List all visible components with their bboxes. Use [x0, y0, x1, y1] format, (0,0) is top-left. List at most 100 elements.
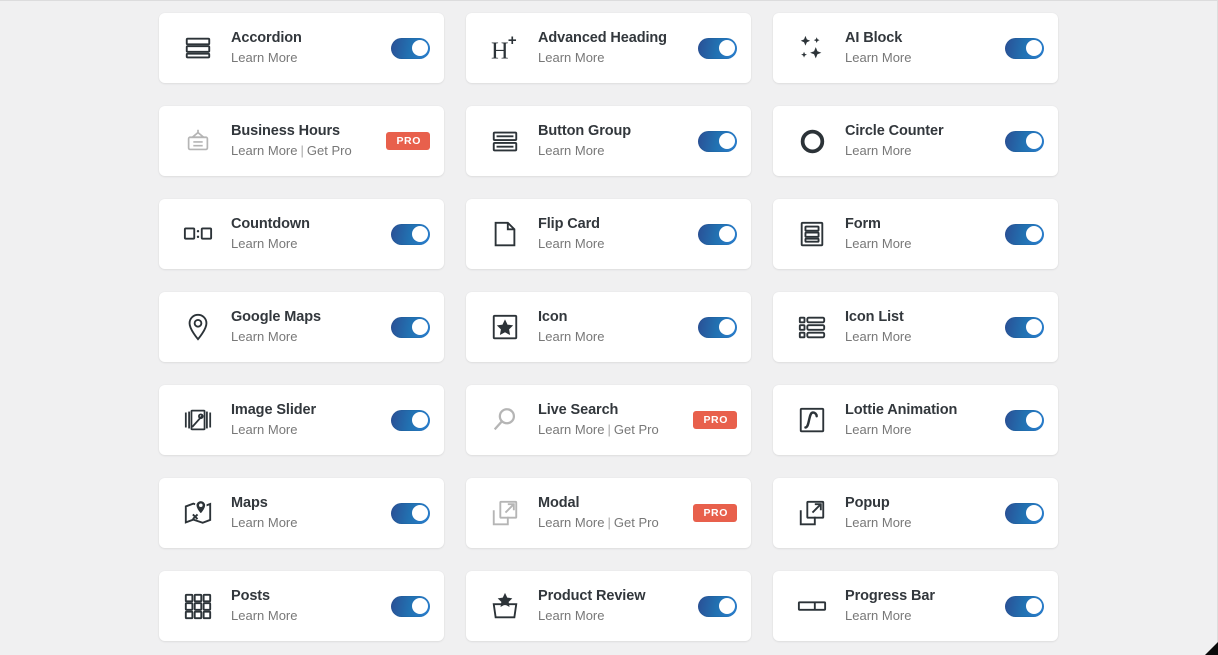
toggle-knob — [718, 226, 735, 242]
widget-card-posts: Posts Learn More — [159, 571, 444, 641]
widget-card-business-hours: Business Hours Learn More | Get Pro PRO — [159, 106, 444, 176]
learn-more-link[interactable]: Learn More — [231, 50, 297, 65]
learn-more-link[interactable]: Learn More — [231, 236, 297, 251]
accordion-icon — [178, 33, 218, 63]
widget-title: Advanced Heading — [538, 29, 667, 46]
learn-more-link[interactable]: Learn More — [538, 515, 604, 530]
pro-badge[interactable]: PRO — [693, 503, 737, 523]
learn-more-link[interactable]: Learn More — [231, 329, 297, 344]
widget-card-accordion: Accordion Learn More — [159, 13, 444, 83]
widget-toggle[interactable] — [1005, 37, 1044, 59]
learn-more-link[interactable]: Learn More — [231, 143, 297, 158]
widget-toggle[interactable] — [1005, 130, 1044, 152]
widget-card-body: Product Review Learn More — [525, 587, 681, 625]
widget-links: Learn More — [538, 50, 681, 67]
widget-links: Learn More — [231, 515, 374, 532]
widget-toggle[interactable] — [391, 502, 430, 524]
widget-links: Learn More | Get Pro — [231, 143, 374, 160]
widget-action — [681, 130, 737, 152]
widget-card-body: Button Group Learn More — [525, 122, 681, 160]
widget-action — [988, 316, 1044, 338]
get-pro-link[interactable]: Get Pro — [614, 422, 659, 437]
widget-action — [988, 502, 1044, 524]
widget-toggle[interactable] — [1005, 595, 1044, 617]
toggle-knob — [1025, 505, 1042, 521]
learn-more-link[interactable]: Learn More — [845, 143, 911, 158]
resize-handle[interactable] — [1205, 642, 1218, 655]
widget-title: Maps — [231, 494, 268, 511]
learn-more-link[interactable]: Learn More — [845, 236, 911, 251]
learn-more-link[interactable]: Learn More — [845, 515, 911, 530]
widget-links: Learn More — [845, 143, 988, 160]
widget-toggle[interactable] — [391, 37, 430, 59]
learn-more-link[interactable]: Learn More — [231, 422, 297, 437]
learn-more-link[interactable]: Learn More — [845, 50, 911, 65]
widget-title: Flip Card — [538, 215, 600, 232]
widget-card-body: Image Slider Learn More — [218, 401, 374, 439]
widget-toggle[interactable] — [698, 316, 737, 338]
learn-more-link[interactable]: Learn More — [845, 329, 911, 344]
widget-links: Learn More — [538, 143, 681, 160]
widget-toggle[interactable] — [391, 223, 430, 245]
widget-card-body: Flip Card Learn More — [525, 215, 681, 253]
widget-toggle[interactable] — [391, 409, 430, 431]
learn-more-link[interactable]: Learn More — [231, 515, 297, 530]
get-pro-link[interactable]: Get Pro — [614, 515, 659, 530]
widget-action — [374, 316, 430, 338]
learn-more-link[interactable]: Learn More — [538, 143, 604, 158]
learn-more-link[interactable]: Learn More — [845, 422, 911, 437]
flip-card-icon — [485, 219, 525, 249]
widget-links: Learn More — [538, 236, 681, 253]
widget-action: PRO — [681, 503, 737, 523]
toggle-knob — [1025, 133, 1042, 149]
learn-more-link[interactable]: Learn More — [538, 329, 604, 344]
widget-toggle[interactable] — [1005, 223, 1044, 245]
widget-toggle[interactable] — [391, 316, 430, 338]
learn-more-link[interactable]: Learn More — [845, 608, 911, 623]
widget-links: Learn More — [231, 329, 374, 346]
widget-action: PRO — [681, 410, 737, 430]
form-icon — [792, 219, 832, 249]
widget-title: Button Group — [538, 122, 632, 139]
learn-more-link[interactable]: Learn More — [231, 608, 297, 623]
pro-badge[interactable]: PRO — [693, 410, 737, 430]
advanced-heading-icon: H + — [485, 33, 525, 63]
widget-card-advanced-heading: H + Advanced Heading Learn More — [466, 13, 751, 83]
widget-action — [988, 37, 1044, 59]
widget-toggle[interactable] — [1005, 409, 1044, 431]
pro-badge[interactable]: PRO — [386, 131, 430, 151]
google-maps-icon — [178, 312, 218, 342]
widget-links: Learn More — [845, 50, 988, 67]
widget-toggle[interactable] — [698, 595, 737, 617]
widget-card-live-search: Live Search Learn More | Get Pro PRO — [466, 385, 751, 455]
widget-card-modal: Modal Learn More | Get Pro PRO — [466, 478, 751, 548]
widget-card-body: Advanced Heading Learn More — [525, 29, 681, 67]
widget-action — [681, 316, 737, 338]
widget-toggle[interactable] — [391, 595, 430, 617]
link-separator: | — [607, 515, 611, 531]
learn-more-link[interactable]: Learn More — [538, 422, 604, 437]
widget-card-body: Icon List Learn More — [832, 308, 988, 346]
widget-links: Learn More | Get Pro — [538, 422, 681, 439]
widget-card-body: Live Search Learn More | Get Pro — [525, 401, 681, 439]
learn-more-link[interactable]: Learn More — [538, 608, 604, 623]
widget-title: Progress Bar — [845, 587, 935, 604]
widget-links: Learn More — [845, 608, 988, 625]
widget-toggle[interactable] — [698, 223, 737, 245]
widget-title: Product Review — [538, 587, 646, 604]
widget-action — [681, 223, 737, 245]
widget-title: Accordion — [231, 29, 302, 46]
learn-more-link[interactable]: Learn More — [538, 50, 604, 65]
widget-toggle[interactable] — [698, 37, 737, 59]
widget-toggle[interactable] — [698, 130, 737, 152]
widget-card-body: Maps Learn More — [218, 494, 374, 532]
widget-toggle[interactable] — [1005, 316, 1044, 338]
learn-more-link[interactable]: Learn More — [538, 236, 604, 251]
get-pro-link[interactable]: Get Pro — [307, 143, 352, 158]
widget-title: Lottie Animation — [845, 401, 958, 418]
widget-card-body: Posts Learn More — [218, 587, 374, 625]
widget-links: Learn More | Get Pro — [538, 515, 681, 532]
toggle-knob — [718, 40, 735, 56]
widget-title: AI Block — [845, 29, 903, 46]
widget-toggle[interactable] — [1005, 502, 1044, 524]
